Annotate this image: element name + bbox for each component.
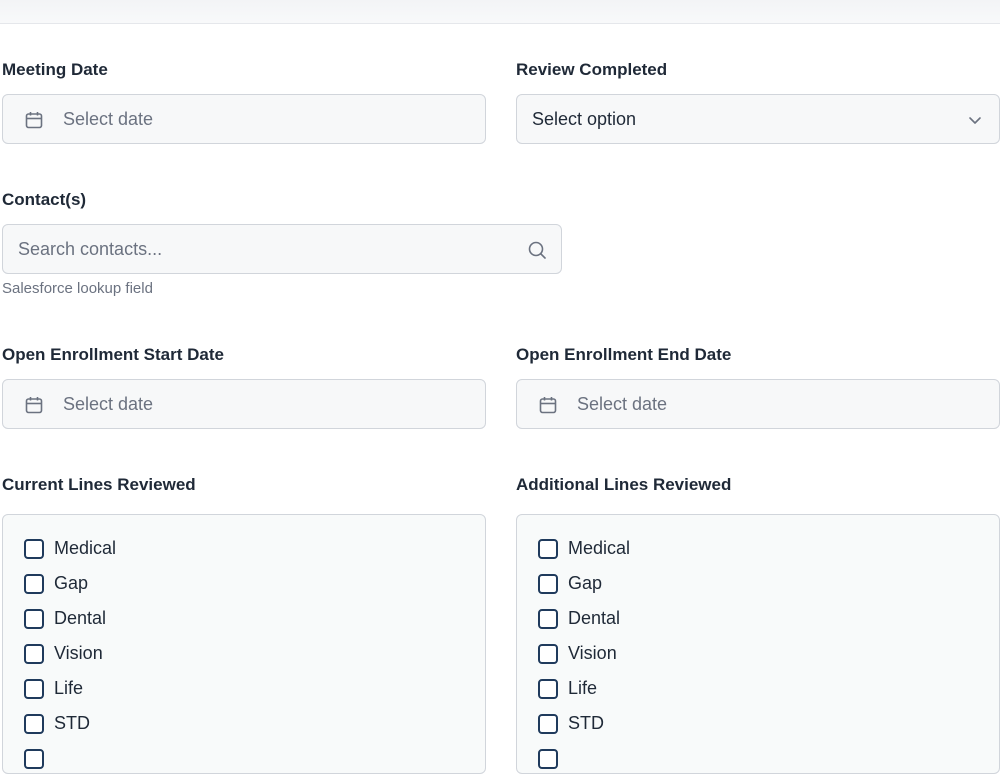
review-completed-value: Select option — [532, 109, 637, 129]
checkbox-label: Gap — [568, 573, 603, 593]
oe-end-placeholder: Select date — [577, 394, 668, 414]
checkbox-label: Life — [568, 678, 598, 698]
checkbox-label: Dental — [568, 608, 621, 628]
contacts-search-input[interactable]: Search contacts... — [2, 224, 562, 274]
meeting-date-placeholder: Select date — [63, 109, 154, 129]
checkbox[interactable] — [24, 749, 44, 769]
contacts-label: Contact(s) — [2, 190, 87, 209]
top-bar — [0, 0, 1000, 24]
calendar-icon — [539, 397, 557, 414]
contacts-helper-text: Salesforce lookup field — [2, 280, 153, 297]
checkbox-label: Medical — [54, 538, 117, 558]
checkbox[interactable] — [538, 749, 558, 769]
search-icon — [528, 241, 546, 259]
meeting-date-label: Meeting Date — [2, 60, 108, 79]
checkbox-label: Gap — [54, 573, 89, 593]
checkbox-label: Medical — [568, 538, 631, 558]
review-completed-select[interactable]: Select option — [516, 94, 1000, 144]
checkbox[interactable] — [538, 714, 558, 734]
checkbox[interactable] — [24, 679, 44, 699]
oe-start-date-field[interactable]: Select date — [2, 379, 486, 429]
checkbox-label: STD — [54, 713, 90, 733]
meeting-date-field[interactable]: Select date — [2, 94, 486, 144]
checkbox-label: Dental — [54, 608, 107, 628]
checkbox-label: Vision — [568, 643, 617, 663]
additional-lines-checklist: Medical Gap Dental Vision Life STD — [516, 514, 1000, 774]
checkbox[interactable] — [538, 574, 558, 594]
checkbox[interactable] — [24, 574, 44, 594]
checkbox[interactable] — [538, 609, 558, 629]
current-lines-checklist: Medical Gap Dental Vision Life STD — [2, 514, 486, 774]
oe-start-placeholder: Select date — [63, 394, 154, 414]
checkbox-label: Vision — [54, 643, 103, 663]
checkbox-label: STD — [568, 713, 604, 733]
checkbox[interactable] — [24, 609, 44, 629]
chevron-down-icon — [969, 117, 981, 124]
oe-end-label: Open Enrollment End Date — [516, 345, 732, 364]
oe-end-date-field[interactable]: Select date — [516, 379, 1000, 429]
oe-start-label: Open Enrollment Start Date — [2, 345, 224, 364]
contacts-search-placeholder: Search contacts... — [18, 239, 163, 259]
checkbox[interactable] — [538, 679, 558, 699]
calendar-icon — [25, 112, 43, 129]
additional-lines-label: Additional Lines Reviewed — [516, 475, 732, 494]
checkbox[interactable] — [24, 714, 44, 734]
checkbox-label: Life — [54, 678, 84, 698]
current-lines-label: Current Lines Reviewed — [2, 475, 196, 494]
checkbox[interactable] — [538, 644, 558, 664]
checkbox[interactable] — [24, 644, 44, 664]
checkbox[interactable] — [24, 539, 44, 559]
review-completed-label: Review Completed — [516, 60, 668, 79]
calendar-icon — [25, 397, 43, 414]
checkbox[interactable] — [538, 539, 558, 559]
